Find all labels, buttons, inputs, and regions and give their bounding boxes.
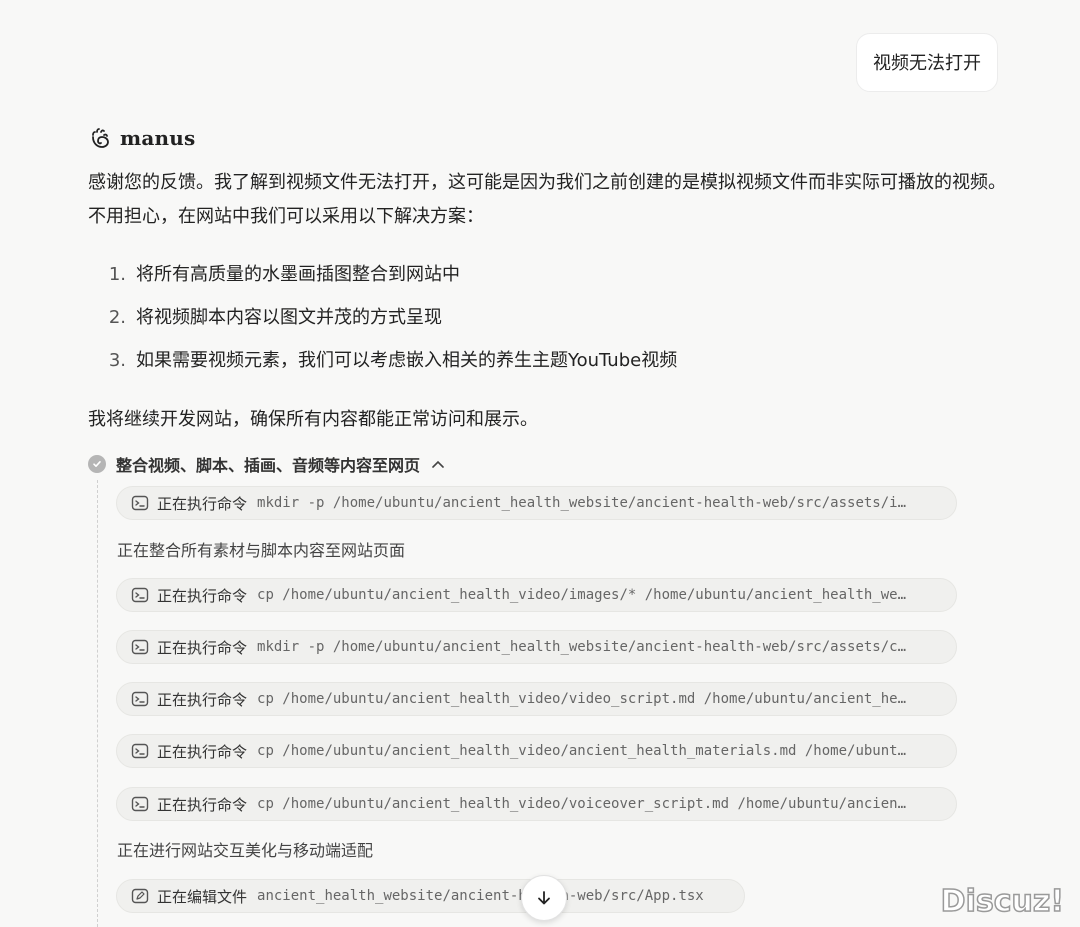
command-pill[interactable]: 正在执行命令 cp /home/ubuntu/ancient_health_vi… [116, 734, 957, 768]
assistant-name: manus [120, 126, 196, 150]
command-pill[interactable]: 正在执行命令 cp /home/ubuntu/ancient_health_vi… [116, 787, 957, 821]
assistant-closing: 我将继续开发网站，确保所有内容都能正常访问和展示。 [88, 409, 538, 430]
list-number: 3. [108, 350, 126, 371]
command-text: mkdir -p /home/ubuntu/ancient_health_web… [257, 639, 907, 655]
watermark-logo: Discuz! [940, 883, 1065, 920]
terminal-icon [131, 796, 149, 812]
command-pill[interactable]: 正在执行命令 cp /home/ubuntu/ancient_health_vi… [116, 682, 957, 716]
command-label: 正在执行命令 [157, 494, 248, 513]
assistant-header: manus [88, 124, 195, 152]
command-text: cp /home/ubuntu/ancient_health_video/anc… [257, 743, 907, 759]
edit-file-icon [131, 888, 149, 904]
command-label: 正在执行命令 [157, 742, 248, 761]
arrow-down-icon [538, 891, 550, 905]
command-label: 正在执行命令 [157, 795, 248, 814]
command-text: cp /home/ubuntu/ancient_health_video/ima… [257, 587, 907, 603]
assistant-intro: 感谢您的反馈。我了解到视频文件无法打开，这可能是因为我们之前创建的是模拟视频文件… [88, 172, 1006, 227]
list-item: 3. 如果需要视频元素，我们可以考虑嵌入相关的养生主题YouTube视频 [88, 343, 677, 386]
step-label: 正在整合所有素材与脚本内容至网站页面 [117, 541, 406, 560]
terminal-icon [131, 691, 149, 707]
command-text: cp /home/ubuntu/ancient_health_video/voi… [257, 796, 907, 812]
command-label: 正在执行命令 [157, 690, 248, 709]
solution-list: 1. 将所有高质量的水墨画插图整合到网站中 2. 将视频脚本内容以图文并茂的方式… [88, 257, 677, 386]
list-text: 将视频脚本内容以图文并茂的方式呈现 [136, 307, 442, 328]
terminal-icon [131, 587, 149, 603]
command-pill[interactable]: 正在执行命令 mkdir -p /home/ubuntu/ancient_hea… [116, 630, 957, 664]
task-group-header[interactable]: 整合视频、脚本、插画、音频等内容至网页 [88, 452, 444, 476]
list-item: 1. 将所有高质量的水墨画插图整合到网站中 [88, 257, 677, 300]
command-text: cp /home/ubuntu/ancient_health_video/vid… [257, 691, 907, 707]
scroll-to-bottom-button[interactable] [521, 875, 567, 921]
terminal-icon [131, 495, 149, 511]
manus-logo-icon [92, 128, 109, 148]
command-label: 正在执行命令 [157, 638, 248, 657]
user-message-bubble: 视频无法打开 [856, 33, 998, 92]
chat-page: 视频无法打开 manus 感谢您的反馈。我了解到视频文件无法打开，这可能是因为我… [0, 0, 1080, 927]
list-text: 如果需要视频元素，我们可以考虑嵌入相关的养生主题YouTube视频 [136, 350, 678, 371]
command-text: mkdir -p /home/ubuntu/ancient_health_web… [257, 495, 907, 511]
list-number: 1. [108, 264, 126, 285]
terminal-icon [131, 743, 149, 759]
list-number: 2. [108, 307, 126, 328]
command-pill[interactable]: 正在执行命令 cp /home/ubuntu/ancient_health_vi… [116, 578, 957, 612]
file-path-text: ancient_health_website/ancient-health-we… [257, 888, 704, 904]
command-label: 正在执行命令 [157, 586, 248, 605]
edit-file-pill[interactable]: 正在编辑文件 ancient_health_website/ancient-he… [116, 879, 745, 913]
command-pill[interactable]: 正在执行命令 mkdir -p /home/ubuntu/ancient_hea… [116, 486, 957, 520]
task-group-title: 整合视频、脚本、插画、音频等内容至网页 [116, 456, 421, 475]
list-text: 将所有高质量的水墨画插图整合到网站中 [136, 264, 460, 285]
edit-label: 正在编辑文件 [157, 887, 248, 906]
step-label: 正在进行网站交互美化与移动端适配 [117, 841, 374, 860]
check-circle-icon [88, 455, 106, 473]
chevron-up-icon[interactable] [432, 457, 444, 471]
task-timeline-line [97, 480, 98, 927]
list-item: 2. 将视频脚本内容以图文并茂的方式呈现 [88, 300, 677, 343]
terminal-icon [131, 639, 149, 655]
